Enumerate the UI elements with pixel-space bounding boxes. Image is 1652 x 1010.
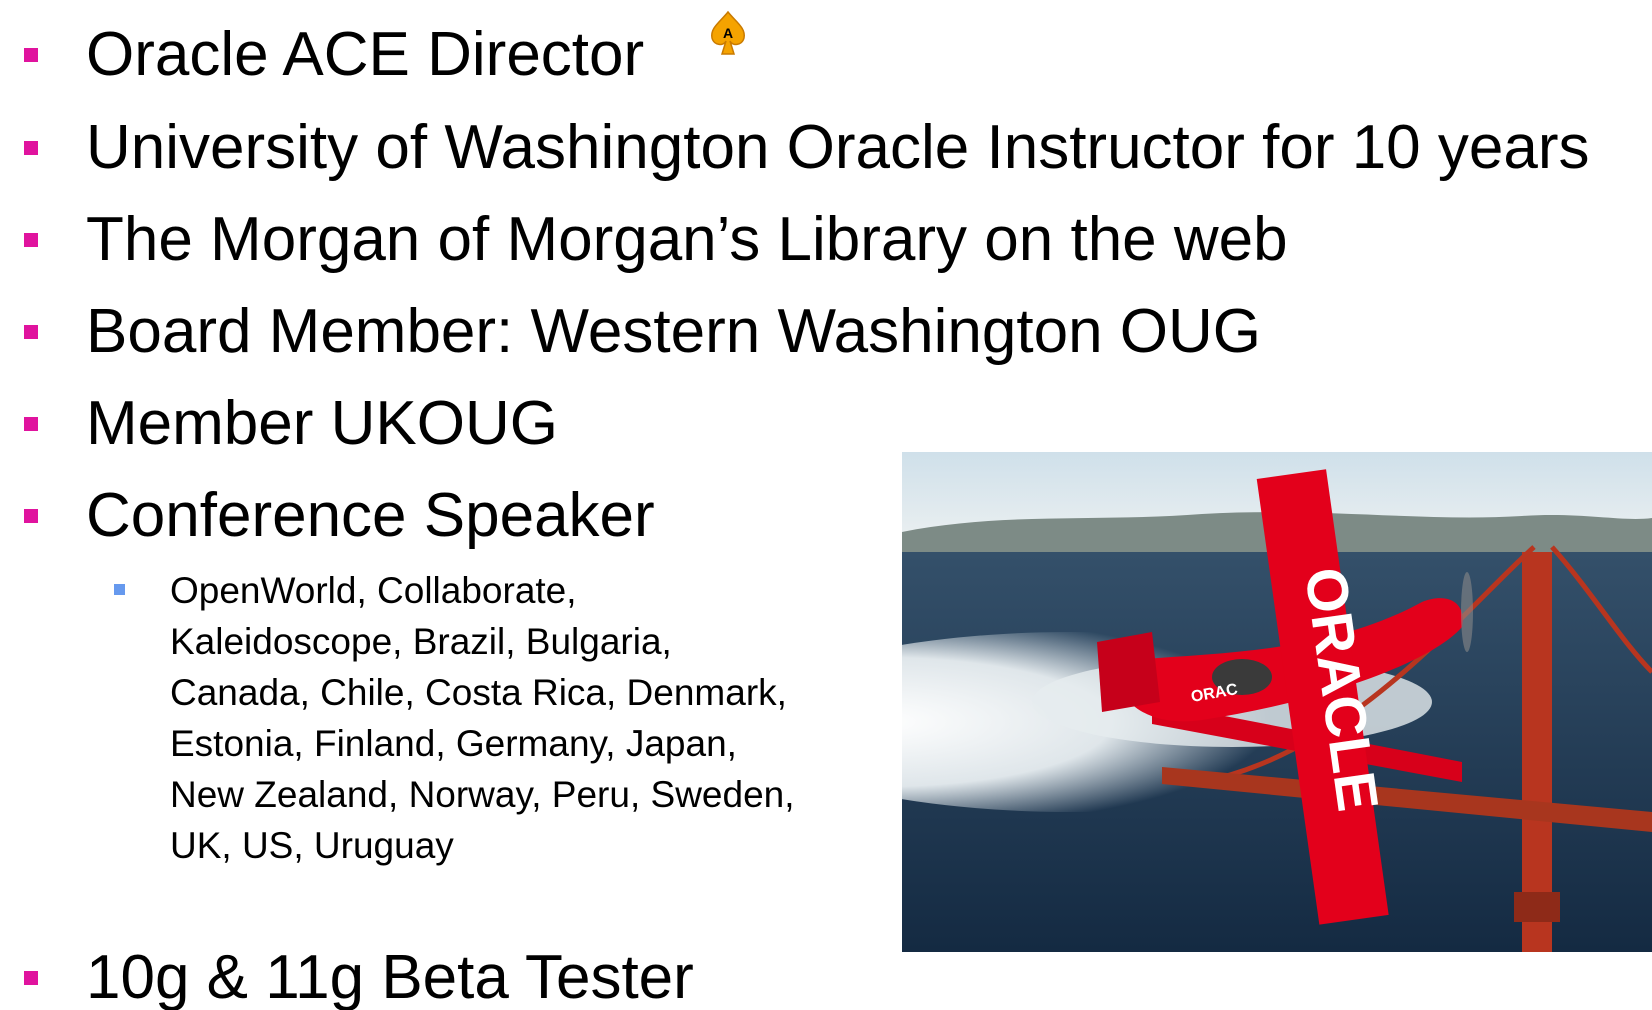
bullet-marker (24, 141, 38, 155)
bullet-marker (24, 48, 38, 62)
oracle-ace-spade-icon: A (708, 8, 748, 58)
sub-bullet-marker (114, 584, 125, 595)
oracle-biplane-golden-gate-photo: ORACLE ORAC (902, 452, 1652, 952)
bullet-marker (24, 233, 38, 247)
bullet-text: Conference Speaker (86, 481, 655, 550)
bullet-text: Board Member: Western Washington OUG (86, 297, 1262, 366)
bullet-text: 10g & 11g Beta Tester (86, 943, 694, 1010)
slide: Oracle ACE Director A University of Wash… (0, 0, 1652, 1010)
bullet-marker (24, 971, 38, 985)
bullet-marker (24, 417, 38, 431)
bullet-text: University of Washington Oracle Instruct… (86, 113, 1590, 182)
bullet-text: Member UKOUG (86, 389, 558, 458)
ace-badge-letter: A (723, 25, 733, 41)
bullet-marker (24, 509, 38, 523)
bullet-text: Oracle ACE Director (86, 20, 645, 89)
bullet-text: The Morgan of Morgan’s Library on the we… (86, 205, 1288, 274)
bullet-marker (24, 325, 38, 339)
sub-bullet-text: OpenWorld, Collaborate, Kaleidoscope, Br… (170, 570, 795, 866)
